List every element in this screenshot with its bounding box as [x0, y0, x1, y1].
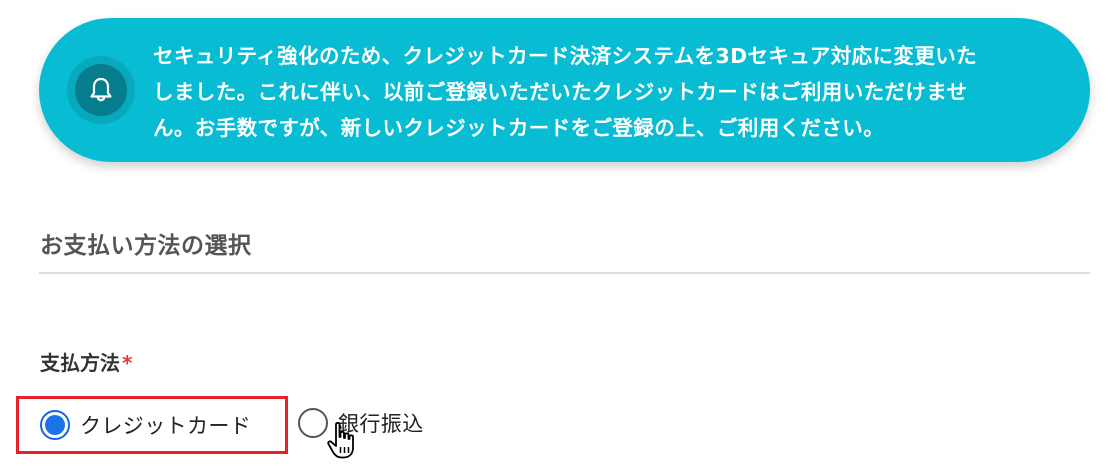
payment-method-label-text: 支払方法: [40, 351, 120, 375]
security-notice-banner: セキュリティ強化のため、クレジットカード決済システムを3Dセキュア対応に変更いた…: [39, 18, 1090, 162]
bell-icon-badge: [67, 56, 135, 124]
notice-line: ん。お手数ですが、新しいクレジットカードをご登録の上、ご利用ください。: [153, 116, 885, 140]
credit-card-radio[interactable]: [40, 410, 70, 440]
required-mark: *: [122, 351, 133, 375]
section-divider: [39, 272, 1090, 274]
credit-card-radio-label[interactable]: クレジットカード: [80, 410, 251, 440]
payment-method-label: 支払方法 *: [40, 347, 132, 376]
radio-option-credit-card[interactable]: クレジットカード: [16, 396, 288, 454]
radio-checked-dot: [45, 415, 65, 435]
notice-line: しました。これに伴い、以前ご登録いただいたクレジットカードはご利用いただけませ: [153, 80, 968, 104]
section-title: お支払い方法の選択: [40, 233, 252, 259]
radio-option-bank-transfer[interactable]: 銀行振込: [298, 403, 424, 443]
payment-page: セキュリティ強化のため、クレジットカード決済システムを3Dセキュア対応に変更いた…: [0, 0, 1109, 468]
bell-icon: [90, 77, 112, 102]
hand-pointer-cursor-icon: [327, 422, 354, 459]
notice-line: セキュリティ強化のため、クレジットカード決済システムを3Dセキュア対応に変更いた: [153, 44, 978, 68]
bank-transfer-radio[interactable]: [298, 408, 328, 438]
notice-message: セキュリティ強化のため、クレジットカード決済システムを3Dセキュア対応に変更いた…: [153, 38, 1058, 146]
